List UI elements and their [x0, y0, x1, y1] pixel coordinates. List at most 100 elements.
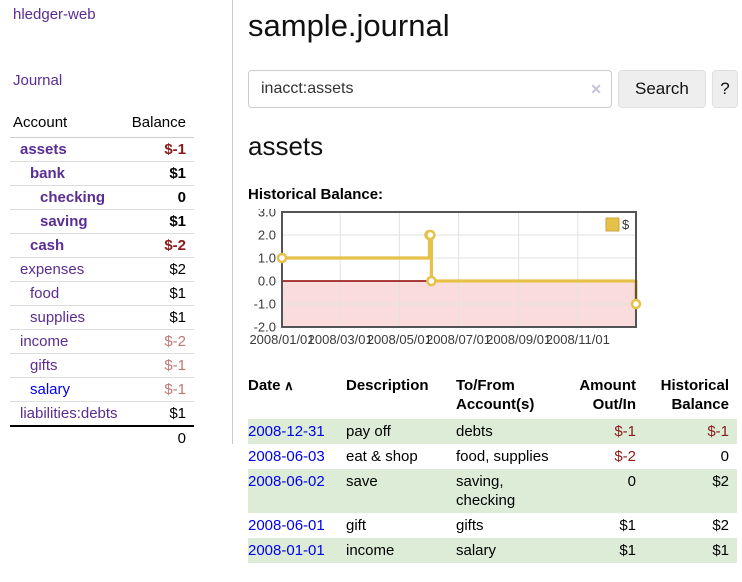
svg-text:2008/11/01: 2008/11/01 [546, 332, 610, 347]
account-link-salary[interactable]: salary [10, 381, 70, 398]
account-row: food $1 [10, 282, 194, 306]
account-row: gifts $-1 [10, 354, 194, 378]
svg-text:1.0: 1.0 [258, 251, 276, 266]
transaction-row: 2008-12-31pay offdebts$-1$-1 [248, 419, 737, 444]
svg-text:2008/05/01: 2008/05/01 [367, 332, 432, 347]
account-row: liabilities:debts $1 [10, 402, 194, 427]
account-balance: $-2 [125, 234, 194, 258]
account-link-gifts[interactable]: gifts [10, 357, 58, 374]
main-content: sample.journal ✕ Search ? assets Histori… [233, 0, 742, 563]
transaction-amount: $-2 [568, 444, 644, 469]
account-link-food[interactable]: food [10, 285, 59, 302]
transaction-description: gift [346, 513, 456, 538]
transaction-accounts: saving, checking [456, 469, 568, 513]
account-balance: $1 [125, 162, 194, 186]
transaction-date-link[interactable]: 2008-06-03 [248, 448, 325, 465]
account-link-income[interactable]: income [10, 333, 68, 350]
register-col-date[interactable]: Date ∧ [248, 374, 346, 419]
transaction-row: 2008-06-01 giftgifts$1$2 [248, 513, 737, 538]
account-row: bank $1 [10, 162, 194, 186]
account-balance: $-2 [125, 330, 194, 354]
transaction-accounts: gifts [456, 513, 568, 538]
svg-text:$: $ [622, 217, 630, 232]
accounts-header-account: Account [10, 110, 125, 138]
account-link-bank[interactable]: bank [10, 165, 65, 182]
help-button[interactable]: ? [712, 70, 738, 108]
account-heading: assets [248, 131, 738, 162]
account-row: income $-2 [10, 330, 194, 354]
svg-text:2008/09/01: 2008/09/01 [486, 332, 551, 347]
transaction-amount: 0 [568, 469, 644, 513]
transaction-date-link[interactable]: 2008-06-01 [248, 517, 325, 534]
account-balance: $-1 [125, 354, 194, 378]
accounts-total-row: 0 [10, 426, 194, 450]
account-link-checking[interactable]: checking [10, 189, 105, 206]
chart-svg: $3.02.01.00.0-1.0-2.02008/01/012008/03/0… [248, 209, 642, 353]
svg-text:2008/07/01: 2008/07/01 [426, 332, 491, 347]
account-balance: $2 [125, 258, 194, 282]
accounts-header-balance: Balance [125, 110, 194, 138]
transaction-description: save [346, 469, 456, 513]
transaction-amount: $-1 [568, 419, 644, 444]
svg-text:3.0: 3.0 [258, 209, 276, 220]
accounts-table: Account Balance assets$-1bank$1checking0… [10, 110, 194, 450]
register-col-historical-balance: HistoricalBalance [644, 374, 737, 419]
transaction-amount: $1 [568, 538, 644, 563]
chart-title: Historical Balance: [248, 186, 738, 203]
historical-balance-chart: $3.02.01.00.0-1.0-2.02008/01/012008/03/0… [248, 209, 738, 358]
transaction-balance: 0 [644, 444, 737, 469]
sort-ascending-icon: ∧ [281, 378, 294, 393]
sidebar-item-journal[interactable]: Journal [13, 72, 62, 89]
svg-text:0.0: 0.0 [258, 274, 276, 289]
account-row: salary $-1 [10, 378, 194, 402]
transaction-balance: $2 [644, 469, 737, 513]
account-link-liabilities-debts[interactable]: liabilities:debts [10, 405, 118, 422]
transaction-accounts: food, supplies [456, 444, 568, 469]
transaction-accounts: salary [456, 538, 568, 563]
search-input[interactable] [248, 70, 612, 108]
register-col-description: Description [346, 374, 456, 419]
svg-text:2008/01/01: 2008/01/01 [249, 332, 314, 347]
account-row: expenses $2 [10, 258, 194, 282]
svg-text:2.0: 2.0 [258, 228, 276, 243]
search-bar: ✕ Search ? [248, 70, 738, 108]
account-row: saving $1 [10, 210, 194, 234]
account-row: supplies $1 [10, 306, 194, 330]
register-col-to-from-account-s-: To/FromAccount(s) [456, 374, 568, 419]
transaction-accounts: debts [456, 419, 568, 444]
account-link-supplies[interactable]: supplies [10, 309, 85, 326]
search-button[interactable]: Search [618, 70, 706, 108]
page-title: sample.journal [248, 8, 738, 44]
account-row: assets $-1 [10, 138, 194, 162]
account-balance: $1 [125, 306, 194, 330]
svg-text:-1.0: -1.0 [254, 297, 276, 312]
transaction-amount: $1 [568, 513, 644, 538]
account-balance: $1 [125, 210, 194, 234]
app-brand-link[interactable]: hledger-web [13, 6, 96, 23]
transaction-row: 2008-06-02 savesaving, checking0$2 [248, 469, 737, 513]
sidebar: hledger-web Journal Account Balance asse… [0, 0, 233, 444]
transaction-date-link[interactable]: 2008-12-31 [248, 423, 325, 440]
account-row: cash $-2 [10, 234, 194, 258]
account-balance: $1 [125, 282, 194, 306]
transaction-description: pay off [346, 419, 456, 444]
transaction-row: 2008-01-01incomesalary$1$1 [248, 538, 737, 563]
account-row: checking0 [10, 186, 194, 210]
account-link-assets[interactable]: assets [10, 141, 67, 158]
transaction-balance: $2 [644, 513, 737, 538]
account-balance: $-1 [125, 138, 194, 162]
register-table: Date ∧DescriptionTo/FromAccount(s)Amount… [248, 374, 737, 563]
accounts-total-value: 0 [125, 426, 194, 450]
clear-search-icon[interactable]: ✕ [590, 80, 602, 98]
account-link-expenses[interactable]: expenses [10, 261, 84, 278]
transaction-description: eat & shop [346, 444, 456, 469]
transaction-date-link[interactable]: 2008-01-01 [248, 542, 325, 559]
account-link-saving[interactable]: saving [10, 213, 88, 230]
transaction-date-link[interactable]: 2008-06-02 [248, 473, 325, 490]
account-balance: $1 [125, 402, 194, 427]
account-balance: $-1 [125, 378, 194, 402]
register-col-amount-out-in: AmountOut/In [568, 374, 644, 419]
account-link-cash[interactable]: cash [10, 237, 64, 254]
transaction-balance: $-1 [644, 419, 737, 444]
transaction-description: income [346, 538, 456, 563]
